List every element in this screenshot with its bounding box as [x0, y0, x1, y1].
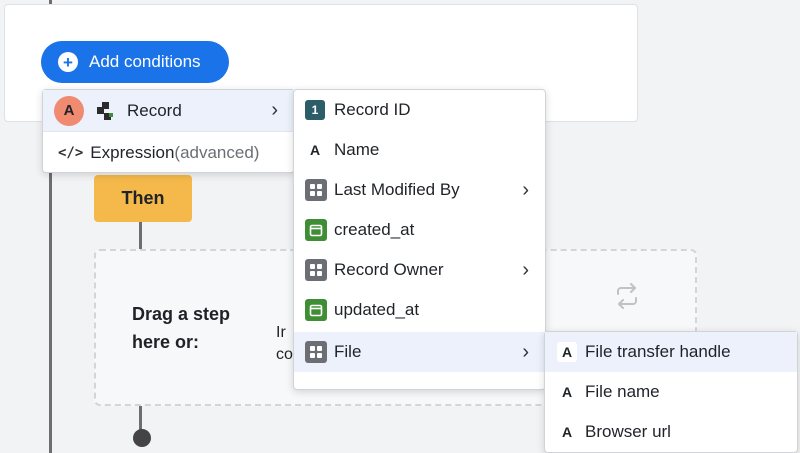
field-label: File transfer handle — [585, 342, 731, 361]
field-file[interactable]: File › — [294, 332, 545, 372]
chevron-right-icon: › — [271, 99, 278, 121]
field-label: Last Modified By — [334, 180, 460, 199]
number-icon: 1 — [305, 100, 325, 120]
add-conditions-button[interactable]: + Add conditions — [41, 41, 229, 83]
flow-line-then — [139, 222, 142, 249]
field-label: File name — [585, 382, 660, 401]
code-icon: </> — [58, 144, 84, 161]
field-record-owner[interactable]: Record Owner › — [294, 250, 545, 290]
avatar: A — [54, 95, 84, 126]
source-menu: A Record › </> Expression (advanced) — [42, 89, 295, 173]
field-label: File — [334, 342, 362, 361]
field-label: Record ID — [334, 100, 411, 119]
record-fields-menu: 1 Record ID A Name Last Modified By › cr… — [293, 89, 546, 390]
object-icon — [305, 259, 327, 281]
menu-item-expression[interactable]: </> Expression (advanced) — [43, 132, 294, 173]
swap-icon[interactable] — [612, 281, 642, 316]
object-icon — [305, 179, 327, 201]
text-icon: A — [309, 142, 321, 158]
field-label: Browser url — [585, 422, 671, 441]
chevron-right-icon: › — [522, 178, 529, 201]
field-label: created_at — [334, 220, 415, 239]
text-icon: A — [557, 342, 577, 362]
flow-end-dot — [133, 429, 151, 447]
field-browser-url[interactable]: A Browser url — [545, 412, 797, 452]
calendar-icon — [305, 299, 327, 321]
text-icon: A — [561, 424, 573, 440]
then-block[interactable]: Then — [94, 175, 192, 222]
field-label: Name — [334, 140, 380, 159]
object-icon — [305, 341, 327, 363]
record-label: Record — [127, 100, 182, 120]
dropzone-partial-2: co — [276, 346, 293, 363]
field-label: Record Owner — [334, 260, 444, 279]
field-last-modified-by[interactable]: Last Modified By › — [294, 170, 545, 210]
field-label: updated_at — [334, 300, 420, 319]
file-fields-menu: A File transfer handle A File name A Bro… — [544, 331, 798, 453]
field-record-id[interactable]: 1 Record ID — [294, 90, 545, 130]
dropzone-partial-1: Ir — [276, 324, 286, 341]
field-created-at[interactable]: created_at — [294, 210, 545, 250]
dropzone-line-2: here or: — [132, 332, 200, 352]
plus-icon: + — [58, 52, 78, 72]
field-file-transfer-handle[interactable]: A File transfer handle — [545, 332, 797, 372]
field-name[interactable]: A Name — [294, 130, 545, 170]
then-label: Then — [121, 188, 165, 208]
expression-suffix: (advanced) — [174, 142, 260, 162]
record-logo-icon — [96, 101, 116, 121]
add-conditions-label: Add conditions — [89, 52, 201, 71]
dropzone-partial-text: Ir co — [276, 322, 293, 366]
text-icon: A — [561, 384, 573, 400]
dropzone-text: Drag a step here or: — [132, 300, 230, 356]
expression-label: Expression — [90, 142, 175, 162]
chevron-right-icon: › — [522, 258, 529, 281]
dropzone-line-1: Drag a step — [132, 304, 231, 324]
field-file-name[interactable]: A File name — [545, 372, 797, 412]
menu-item-record[interactable]: A Record › — [43, 90, 294, 131]
calendar-icon — [305, 219, 327, 241]
chevron-right-icon: › — [522, 340, 529, 363]
field-updated-at[interactable]: updated_at — [294, 290, 545, 330]
